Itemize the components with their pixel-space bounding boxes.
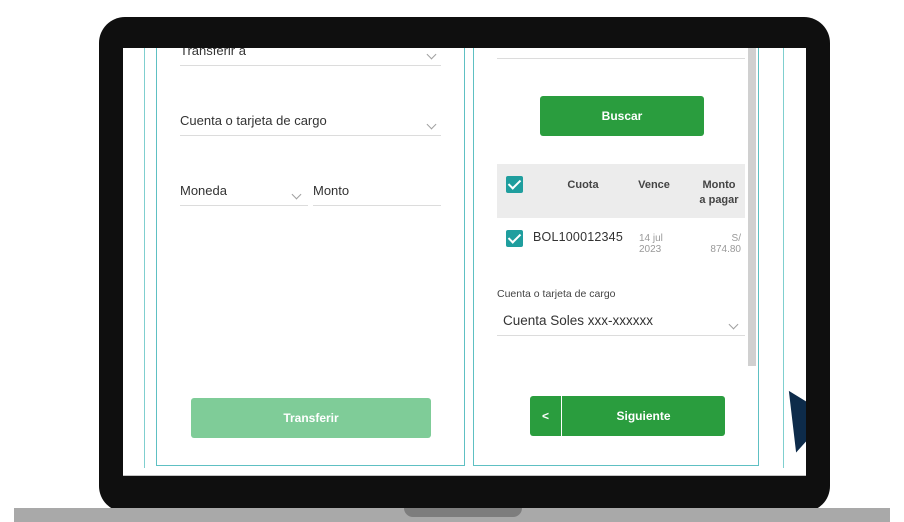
search-button[interactable]: Buscar <box>540 96 704 136</box>
monto-cell: S/874.80 <box>710 233 741 255</box>
laptop-notch <box>404 508 522 517</box>
amount-input[interactable]: Monto <box>313 174 441 206</box>
transfer-panel: Transferir a Cuenta o tarjeta de cargo M… <box>156 48 465 466</box>
header-vence: Vence <box>638 179 670 191</box>
chevron-down-icon <box>291 189 302 200</box>
mouse-pointer-icon <box>785 386 806 458</box>
table-header: Cuota Vence Monto a pagar <box>497 164 745 218</box>
chevron-down-icon <box>426 119 437 130</box>
cuota-cell: BOL100012345 <box>533 230 623 244</box>
account-select[interactable]: Cuenta o tarjeta de cargo <box>180 106 441 136</box>
scrollbar[interactable] <box>748 48 756 366</box>
charge-account-select[interactable]: Cuenta Soles xxx-xxxxxx <box>497 308 745 336</box>
transfer-to-label: Transferir a <box>180 48 246 58</box>
table-row: BOL100012345 14 jul 2023 S/874.80 <box>497 218 745 270</box>
header-cuota: Cuota <box>567 179 599 191</box>
vence-cell: 14 jul 2023 <box>639 233 663 255</box>
currency-label: Moneda <box>180 183 227 198</box>
back-button[interactable]: < <box>530 396 562 436</box>
select-all-checkbox[interactable] <box>506 176 523 193</box>
chevron-down-icon <box>728 319 739 330</box>
transfer-button[interactable]: Transferir <box>191 398 431 438</box>
next-button[interactable]: Siguiente <box>562 396 725 436</box>
currency-select[interactable]: Moneda <box>180 174 308 206</box>
amount-label: Monto <box>313 183 350 198</box>
guide-line-left <box>144 48 145 468</box>
payment-panel: Buscar Cuota Vence Monto a pagar BOL10001… <box>473 48 759 466</box>
chevron-down-icon <box>426 49 437 60</box>
laptop-screen: Transferir a Cuenta o tarjeta de cargo M… <box>123 48 806 476</box>
transfer-to-select[interactable]: Transferir a <box>180 48 441 66</box>
header-monto: Monto a pagar <box>699 179 739 206</box>
charge-account-value: Cuenta Soles xxx-xxxxxx <box>503 313 654 328</box>
screen-bottom-edge <box>123 475 806 476</box>
top-field-underline <box>497 58 745 59</box>
account-label: Cuenta o tarjeta de cargo <box>180 113 327 128</box>
row-checkbox[interactable] <box>506 230 523 247</box>
charge-account-label: Cuenta o tarjeta de cargo <box>497 288 616 300</box>
